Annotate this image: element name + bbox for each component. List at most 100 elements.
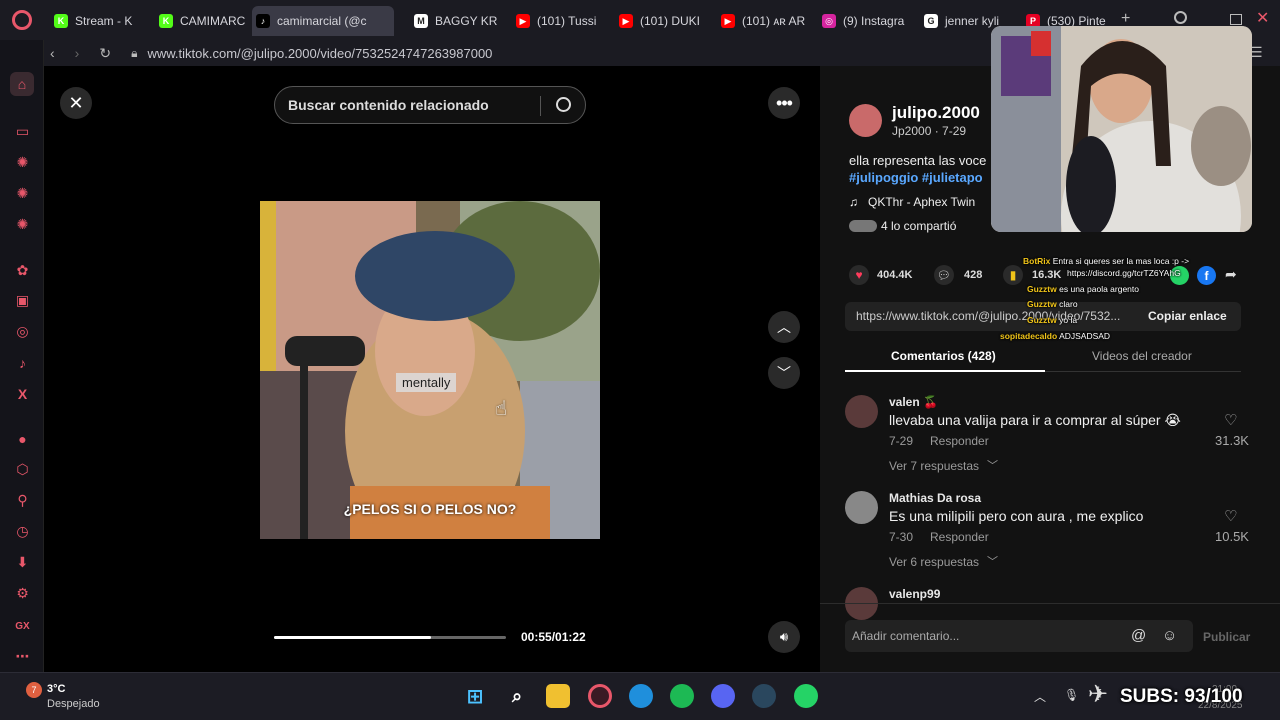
- microphone-icon[interactable]: 🎙︎: [1064, 688, 1079, 702]
- spotify-icon[interactable]: [670, 684, 694, 708]
- weather-icon[interactable]: 7: [26, 682, 42, 698]
- cube-icon[interactable]: ⬡: [14, 461, 31, 478]
- save-button[interactable]: ▮: [1003, 265, 1023, 285]
- search-tabs-icon[interactable]: [1174, 11, 1187, 24]
- url-text[interactable]: www.tiktok.com/@julipo.2000/video/753252…: [147, 46, 492, 61]
- ai-assistant-icon[interactable]: ✺: [14, 154, 31, 171]
- close-window-icon[interactable]: ✕: [1256, 8, 1269, 28]
- weather-temp[interactable]: 3°C: [47, 683, 65, 695]
- reply-button[interactable]: Responder: [930, 530, 989, 544]
- comment-author[interactable]: Mathias Da rosa: [889, 491, 981, 505]
- download-icon[interactable]: ⬇: [14, 554, 31, 571]
- settings-icon[interactable]: ⚙: [14, 585, 31, 602]
- next-video-button[interactable]: ﹀: [768, 357, 800, 389]
- chevron-down-icon: ﹀: [987, 556, 998, 568]
- emoji-icon[interactable]: ☺: [1162, 627, 1177, 644]
- back-icon[interactable]: ‹: [50, 45, 55, 61]
- comment-author[interactable]: valen 🍒: [889, 395, 938, 409]
- edge-icon[interactable]: [629, 684, 653, 708]
- volume-button[interactable]: 🔊︎: [768, 621, 800, 653]
- webcam-feed: [991, 26, 1252, 232]
- subs-counter: SUBS: 93/100: [1120, 686, 1243, 707]
- home-icon[interactable]: ⌂: [10, 72, 34, 96]
- instagram-icon[interactable]: ◎: [14, 323, 31, 340]
- browser-sidebar: ⌂ ▭ ✺ ✺ ✺ ✿ ▣ ◎ ♪ X ● ⬡ ⚲ ◷ ⬇ ⚙ GX ⋯: [0, 40, 44, 672]
- reload-icon[interactable]: ↻: [99, 45, 111, 62]
- ai-assistant-2-icon[interactable]: ✺: [14, 185, 31, 202]
- record-icon[interactable]: ●: [14, 430, 31, 447]
- ai-assistant-3-icon[interactable]: ✺: [14, 216, 31, 233]
- x-twitter-icon[interactable]: X: [14, 385, 31, 402]
- tab-3[interactable]: M BAGGY KR: [410, 6, 500, 36]
- youtube-icon: ▶: [619, 14, 633, 28]
- taskbar-search-icon[interactable]: ⌕: [505, 684, 529, 708]
- like-button[interactable]: ♥: [849, 265, 869, 285]
- tab-4[interactable]: ▶ (101) Tussi: [512, 6, 602, 36]
- file-explorer-icon[interactable]: [546, 684, 570, 708]
- opera-gx-icon[interactable]: [588, 684, 612, 708]
- comment-button[interactable]: 💬︎: [934, 265, 954, 285]
- twitch-icon[interactable]: ▣: [14, 292, 31, 309]
- chat-message: sopitadecaldo ADJSADSAD: [1000, 331, 1110, 341]
- tiktok-icon[interactable]: ♪: [14, 354, 31, 371]
- forward-icon[interactable]: ›: [75, 45, 80, 61]
- video-progress-track[interactable]: [274, 636, 506, 639]
- comment-avatar[interactable]: [845, 491, 878, 524]
- view-replies-button[interactable]: Ver 6 respuestas: [889, 555, 979, 569]
- view-replies-button[interactable]: Ver 7 respuestas: [889, 459, 979, 473]
- tab-1[interactable]: K CAMIMARC: [155, 6, 245, 36]
- whatsapp-icon[interactable]: [794, 684, 818, 708]
- tab-0[interactable]: K Stream - K: [50, 6, 140, 36]
- share-facebook-icon[interactable]: f: [1197, 266, 1216, 285]
- pin-icon[interactable]: ⚲: [14, 492, 31, 509]
- chat-user: BotRix: [1023, 256, 1051, 266]
- comment-author[interactable]: valenp99: [889, 587, 940, 601]
- tab-2[interactable]: ♪ camimarcial (@c: [252, 6, 394, 36]
- video-more-button[interactable]: •••: [768, 87, 800, 119]
- post-music[interactable]: QKThr - Aphex Twin: [868, 195, 975, 209]
- chat-message: BotRix Entra si queres ser la mas loca :…: [1023, 256, 1189, 266]
- chatgpt-icon[interactable]: ✿: [14, 262, 31, 279]
- gx-icon[interactable]: GX: [14, 618, 31, 635]
- video-frame[interactable]: mentally ¿PELOS SI O PELOS NO?: [260, 201, 600, 539]
- post-username[interactable]: julipo.2000: [892, 103, 980, 123]
- tray-chevron-icon[interactable]: ︿: [1034, 688, 1046, 705]
- tab-comments[interactable]: Comentarios (428): [891, 349, 996, 363]
- close-video-button[interactable]: ✕: [60, 87, 92, 119]
- comment-like-icon[interactable]: ♡: [1224, 411, 1237, 429]
- chat-text: https://discord.gg/tcrTZ6YAhG: [1067, 268, 1181, 278]
- tab-label: (9) Instagra: [843, 14, 905, 28]
- opera-logo-icon[interactable]: [12, 10, 32, 30]
- mention-icon[interactable]: @: [1131, 627, 1146, 644]
- maximize-icon[interactable]: [1230, 14, 1242, 25]
- copy-link-button[interactable]: Copiar enlace: [1148, 309, 1227, 323]
- weather-desc: Despejado: [47, 698, 100, 710]
- comment-like-icon[interactable]: ♡: [1224, 507, 1237, 525]
- tab-7[interactable]: ◎ (9) Instagra: [818, 6, 908, 36]
- post-link[interactable]: https://www.tiktok.com/@julipo.2000/vide…: [856, 309, 1120, 323]
- more-icon[interactable]: ⋯: [14, 648, 31, 665]
- avatar[interactable]: [849, 104, 882, 137]
- chat-text: Entra si queres ser la mas loca :p ->: [1052, 256, 1190, 266]
- steam-icon[interactable]: [752, 684, 776, 708]
- gamer-icon[interactable]: ▭: [14, 123, 31, 140]
- m-icon: M: [414, 14, 428, 28]
- search-icon[interactable]: [556, 97, 571, 112]
- tab-6[interactable]: ▶ (101) ᴀʀ AR: [717, 6, 807, 36]
- windows-start-icon[interactable]: ⊞: [463, 684, 487, 708]
- post-hashtags[interactable]: #julipoggio #julietapo: [849, 170, 983, 185]
- tab-label: CAMIMARC: [180, 14, 245, 28]
- share-icon[interactable]: ➦: [1225, 266, 1237, 283]
- history-icon[interactable]: ◷: [14, 523, 31, 540]
- youtube-icon: ▶: [516, 14, 530, 28]
- previous-video-button[interactable]: ︿: [768, 311, 800, 343]
- discord-icon[interactable]: [711, 684, 735, 708]
- reply-button[interactable]: Responder: [930, 434, 989, 448]
- tab-5[interactable]: ▶ (101) DUKI: [615, 6, 705, 36]
- related-search-input[interactable]: Buscar contenido relacionado: [274, 86, 586, 124]
- comment-avatar[interactable]: [845, 395, 878, 428]
- chat-user: sopitadecaldo: [1000, 331, 1058, 341]
- video-still: [260, 201, 600, 539]
- tab-creator-videos[interactable]: Videos del creador: [1092, 349, 1192, 363]
- publish-button[interactable]: Publicar: [1203, 630, 1250, 644]
